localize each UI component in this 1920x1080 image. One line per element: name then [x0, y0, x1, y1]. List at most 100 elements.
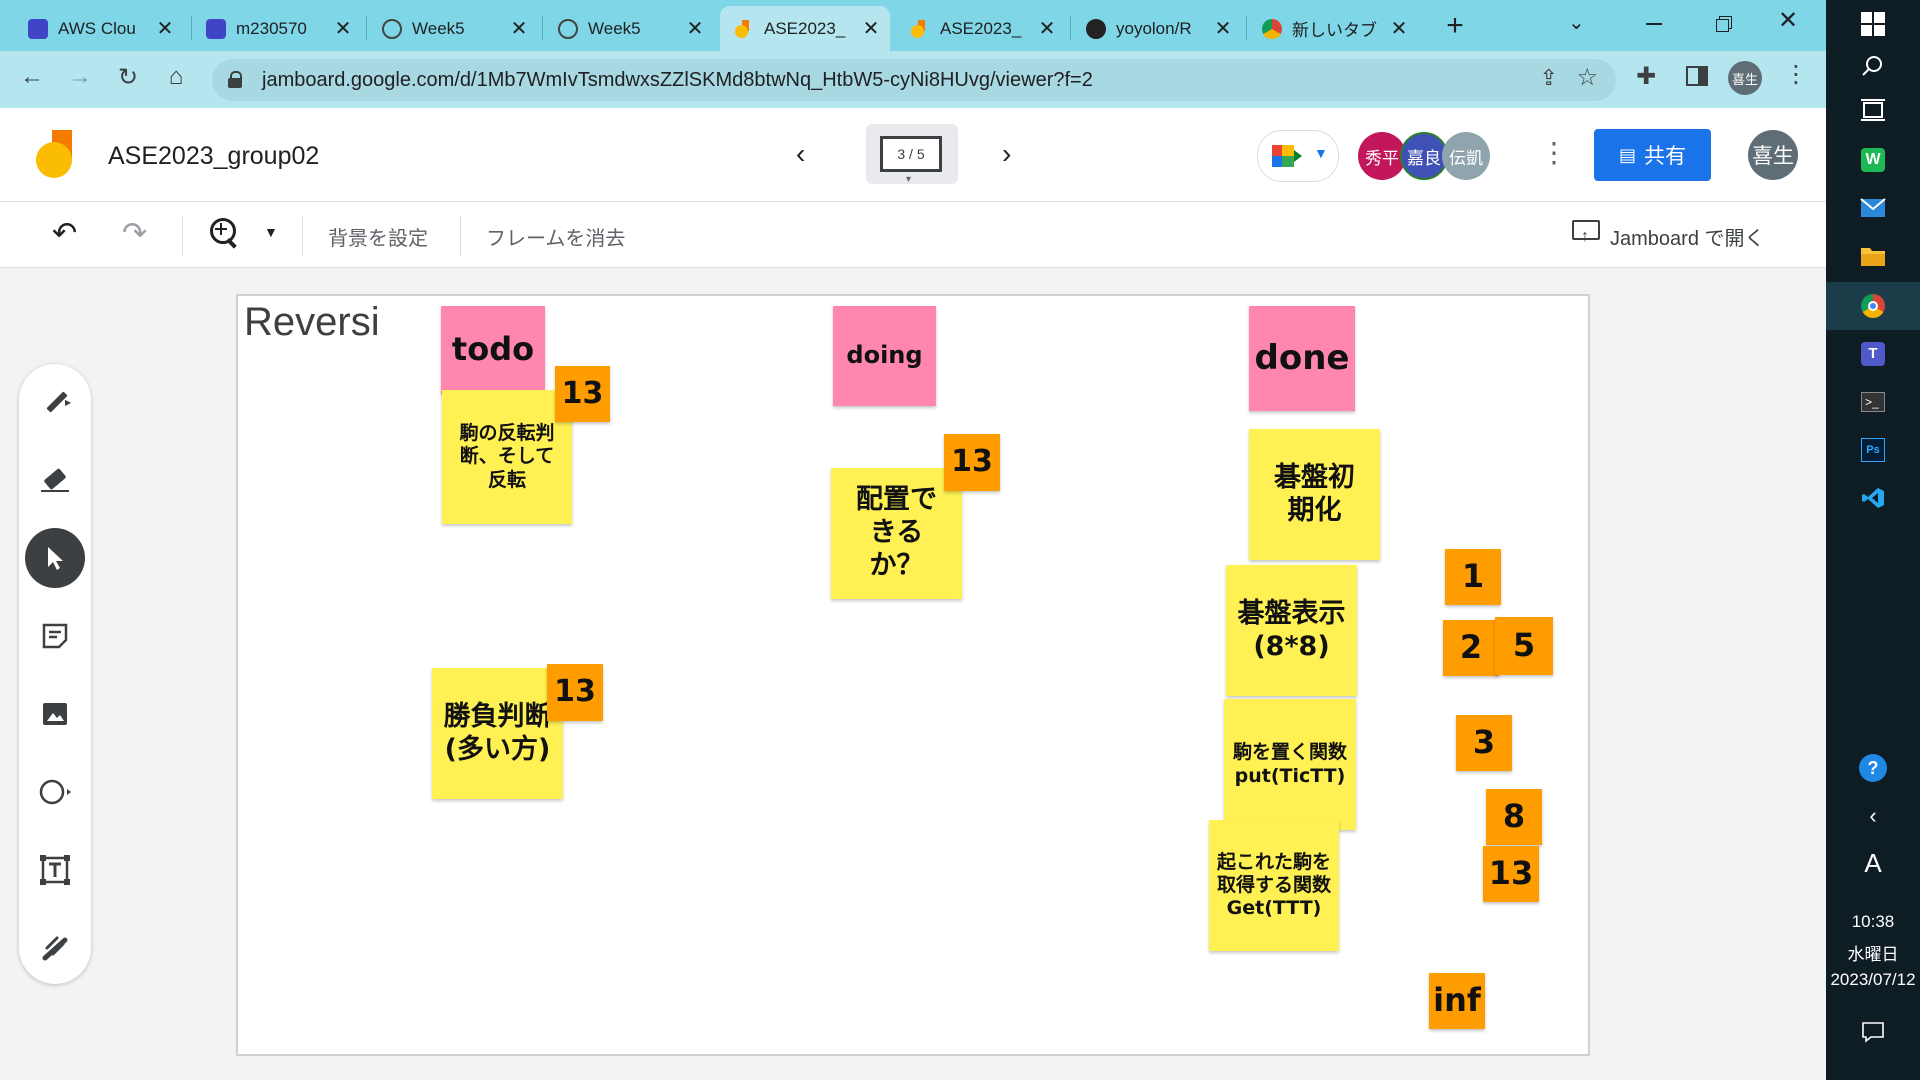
- board-title-text[interactable]: Reversi: [244, 300, 380, 345]
- chrome-icon[interactable]: [1859, 292, 1887, 320]
- restore-button[interactable]: [1710, 8, 1740, 38]
- sticky-note[interactable]: 1: [1445, 549, 1501, 605]
- profile-avatar[interactable]: 喜生: [1728, 61, 1762, 95]
- app-w-icon[interactable]: W: [1859, 146, 1887, 174]
- eraser-tool[interactable]: [25, 450, 85, 510]
- previous-frame-button[interactable]: ‹: [796, 138, 805, 170]
- new-tab-button[interactable]: +: [1437, 8, 1473, 44]
- close-icon[interactable]: ✕: [686, 16, 704, 41]
- mail-icon[interactable]: [1859, 194, 1887, 222]
- open-in-app-icon: ↑: [1572, 218, 1602, 248]
- close-icon[interactable]: ✕: [1038, 16, 1056, 41]
- teams-icon[interactable]: T: [1859, 340, 1887, 368]
- help-icon[interactable]: ?: [1859, 754, 1887, 782]
- photoshop-icon[interactable]: Ps: [1859, 436, 1887, 464]
- share-page-icon[interactable]: ⇪: [1540, 65, 1558, 91]
- notification-icon[interactable]: [1859, 1018, 1887, 1046]
- meet-button[interactable]: ▼: [1257, 130, 1339, 182]
- sticky-note[interactable]: done: [1249, 306, 1355, 411]
- collaborator-avatar[interactable]: 秀平: [1358, 132, 1406, 180]
- home-button[interactable]: ⌂: [158, 59, 194, 95]
- back-button[interactable]: ←: [14, 59, 50, 95]
- close-icon[interactable]: ✕: [862, 16, 880, 41]
- reload-button[interactable]: ↻: [110, 59, 146, 95]
- sticky-note[interactable]: 駒の反転判断、そして反転: [442, 390, 572, 524]
- tab-title: m230570: [236, 18, 307, 38]
- sticky-note[interactable]: 13: [555, 366, 610, 422]
- sticky-note[interactable]: 配置できるか？: [831, 468, 962, 599]
- pen-tool[interactable]: ▶: [25, 372, 85, 432]
- browser-tab[interactable]: ASE2023_ ✕: [896, 6, 1066, 51]
- sticky-note[interactable]: 勝負判断(多い方): [432, 668, 563, 799]
- chevron-down-icon[interactable]: ▼: [264, 224, 278, 240]
- sticky-note[interactable]: 5: [1495, 617, 1553, 675]
- close-icon[interactable]: ✕: [334, 16, 352, 41]
- extensions-icon[interactable]: ✚: [1636, 62, 1656, 91]
- address-bar[interactable]: jamboard.google.com/d/1Mb7WmIvTsmdwxsZZl…: [212, 59, 1616, 101]
- chevron-down-icon: ▾: [906, 174, 912, 185]
- close-icon[interactable]: ✕: [1390, 16, 1408, 41]
- document-title[interactable]: ASE2023_group02: [108, 142, 319, 171]
- close-icon[interactable]: ✕: [156, 16, 174, 41]
- text-box-tool[interactable]: [25, 840, 85, 900]
- clock-time[interactable]: 10:38: [1826, 912, 1920, 932]
- sticky-note[interactable]: 碁盤表示(8*8): [1226, 565, 1357, 696]
- collaborator-avatar[interactable]: 嘉良: [1400, 132, 1448, 180]
- sticky-note[interactable]: doing: [833, 306, 936, 406]
- browser-tab[interactable]: m230570 ✕: [192, 6, 362, 51]
- sticky-note[interactable]: 13: [547, 664, 603, 721]
- laser-tool[interactable]: [25, 918, 85, 978]
- close-window-button[interactable]: ✕: [1778, 6, 1798, 35]
- clear-frame-button[interactable]: フレームを消去: [486, 222, 625, 251]
- zoom-icon[interactable]: [208, 216, 242, 250]
- sticky-note-tool[interactable]: [25, 606, 85, 666]
- open-in-jamboard-button[interactable]: Jamboard で開く: [1610, 222, 1765, 251]
- set-background-button[interactable]: 背景を設定: [328, 222, 428, 251]
- tab-search-icon[interactable]: ⌄: [1568, 10, 1585, 35]
- browser-tab[interactable]: yoyolon/R ✕: [1072, 6, 1242, 51]
- terminal-icon[interactable]: >_: [1859, 388, 1887, 416]
- frame-indicator: 3 / 5: [880, 136, 942, 172]
- search-icon[interactable]: [1859, 52, 1887, 80]
- chevron-left-icon[interactable]: ‹: [1859, 802, 1887, 830]
- sticky-note[interactable]: 3: [1456, 715, 1512, 771]
- sticky-note[interactable]: 起これた駒を取得する関数Get(TTT): [1209, 820, 1339, 951]
- shape-tool[interactable]: [25, 762, 85, 822]
- windows-start-icon[interactable]: [1859, 10, 1887, 38]
- sticky-note[interactable]: inf: [1429, 973, 1485, 1029]
- sticky-note[interactable]: todo: [441, 306, 545, 394]
- minimize-button[interactable]: [1640, 8, 1670, 38]
- redo-icon[interactable]: ↷: [122, 216, 147, 251]
- forward-button[interactable]: →: [62, 59, 98, 95]
- bookmark-star-icon[interactable]: ☆: [1576, 63, 1598, 92]
- vscode-icon[interactable]: [1859, 484, 1887, 512]
- sticky-note[interactable]: 2: [1443, 620, 1499, 676]
- next-frame-button[interactable]: ›: [1002, 138, 1011, 170]
- image-tool[interactable]: [25, 684, 85, 744]
- file-explorer-icon[interactable]: [1859, 242, 1887, 270]
- browser-tab[interactable]: AWS Clou ✕: [14, 6, 184, 51]
- frame-selector[interactable]: 3 / 5 ▾: [866, 124, 958, 185]
- browser-tab-active[interactable]: ASE2023_ ✕: [720, 6, 890, 51]
- undo-icon[interactable]: ↶: [52, 216, 77, 251]
- sticky-note[interactable]: 13: [1483, 846, 1539, 902]
- more-options-icon[interactable]: ⋮: [1540, 136, 1568, 169]
- sticky-note[interactable]: 碁盤初期化: [1249, 429, 1380, 560]
- close-icon[interactable]: ✕: [510, 16, 528, 41]
- user-avatar[interactable]: 喜生: [1748, 130, 1798, 180]
- browser-tab[interactable]: Week5 ✕: [544, 6, 714, 51]
- sticky-note[interactable]: 13: [944, 434, 1000, 491]
- sticky-note[interactable]: 8: [1486, 789, 1542, 845]
- task-view-icon[interactable]: [1859, 96, 1887, 124]
- side-panel-icon[interactable]: [1686, 66, 1708, 86]
- share-button[interactable]: ▤ 共有: [1594, 129, 1711, 181]
- ime-indicator[interactable]: A: [1826, 848, 1920, 879]
- url-text: jamboard.google.com/d/1Mb7WmIvTsmdwxsZZl…: [262, 69, 1093, 91]
- browser-tab[interactable]: Week5 ✕: [368, 6, 538, 51]
- sticky-note[interactable]: 駒を置く関数put(TicTT): [1224, 699, 1356, 830]
- browser-tab[interactable]: 新しいタブ ✕: [1248, 6, 1418, 51]
- close-icon[interactable]: ✕: [1214, 16, 1232, 41]
- select-tool[interactable]: [25, 528, 85, 588]
- browser-menu-icon[interactable]: ⋮: [1784, 60, 1808, 89]
- collaborator-avatar[interactable]: 伝凱: [1442, 132, 1490, 180]
